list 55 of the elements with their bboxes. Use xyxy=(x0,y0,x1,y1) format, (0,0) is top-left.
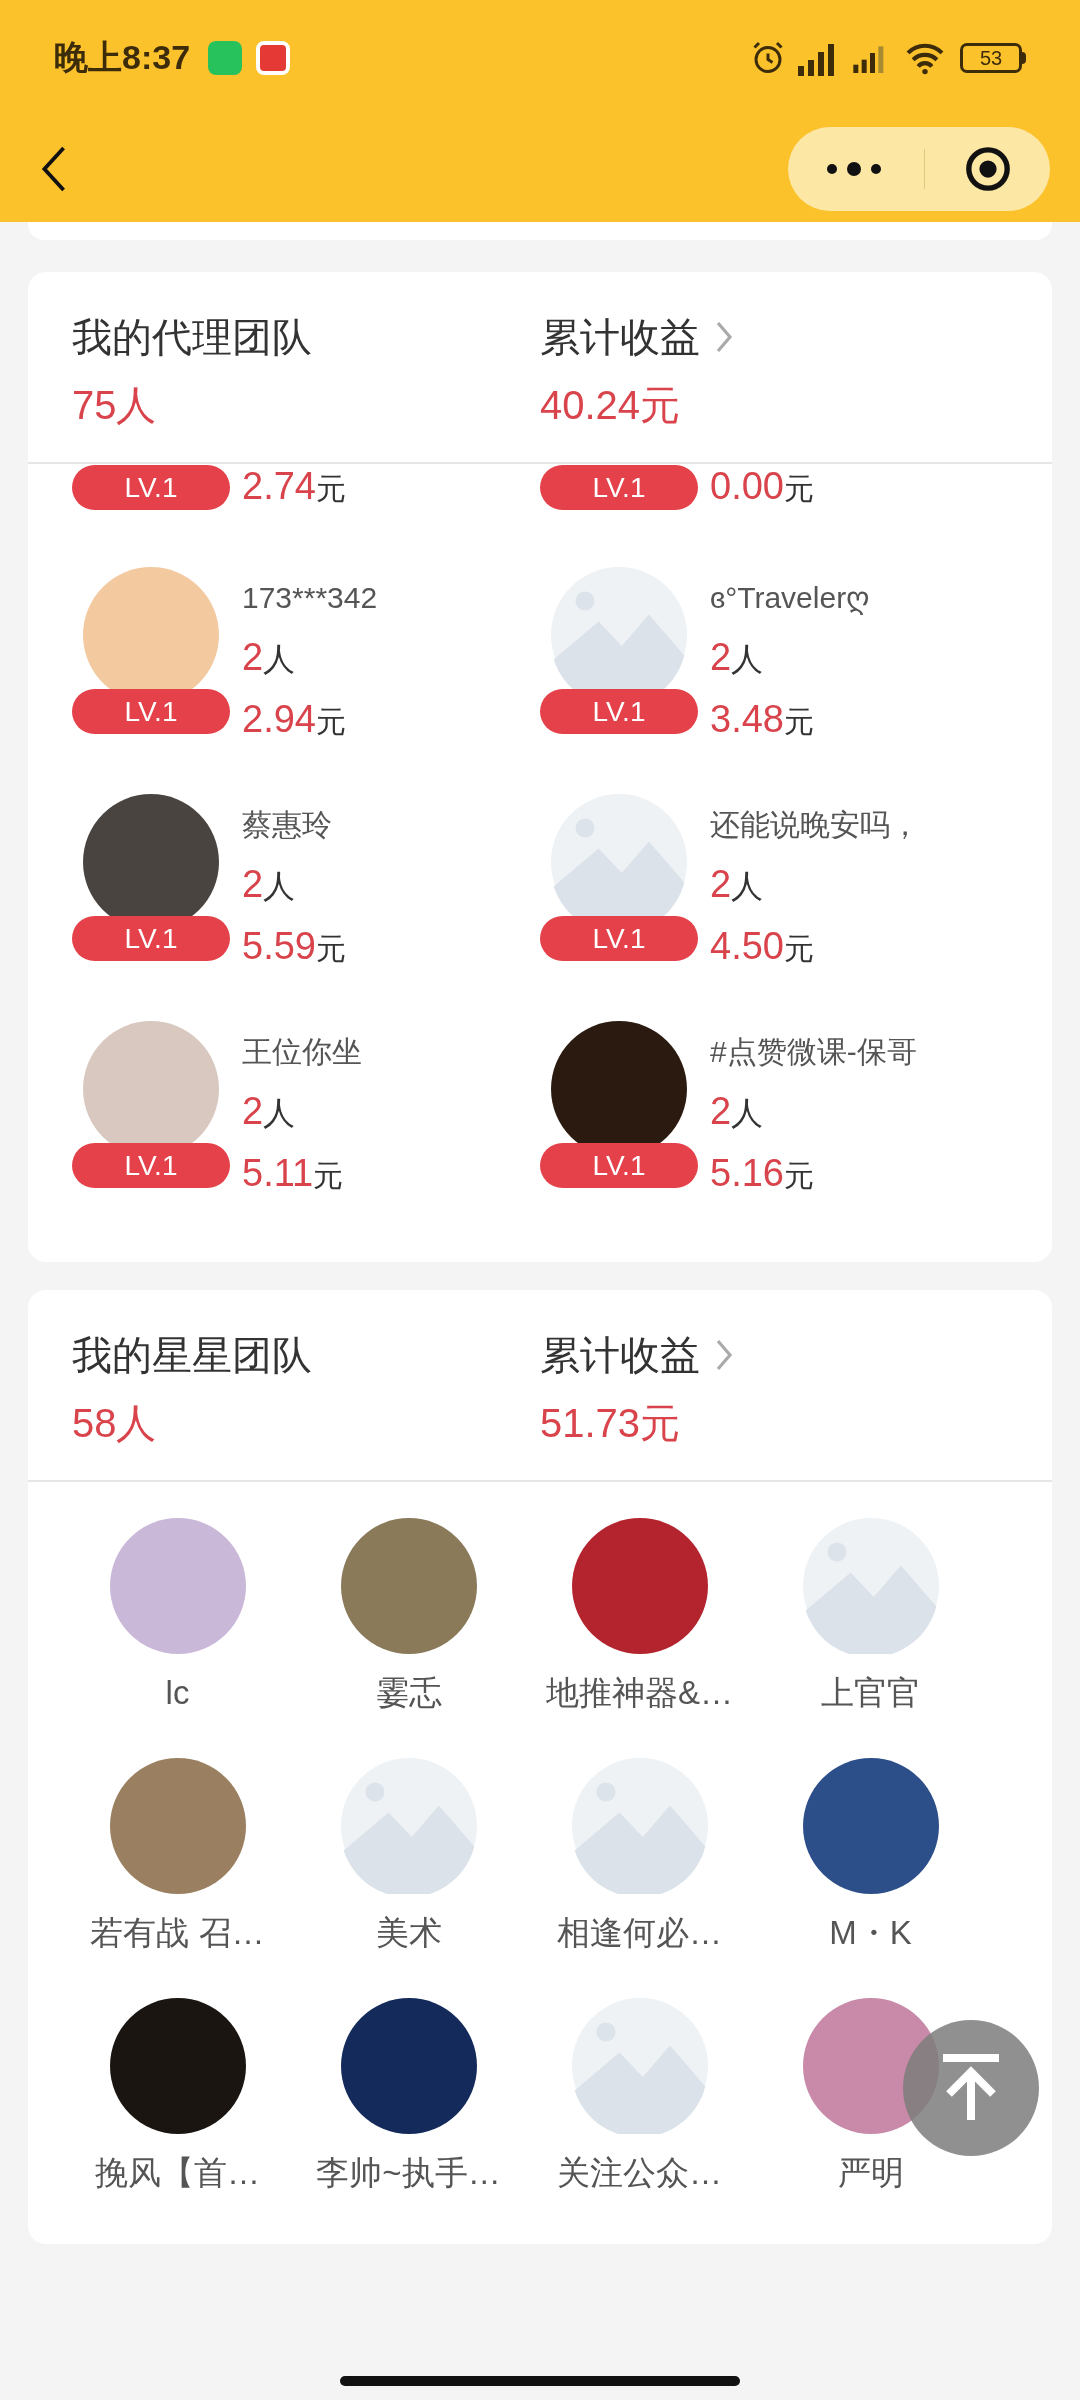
level-badge: LV.1 xyxy=(72,689,230,734)
member-name: ɞ°Travelerღ xyxy=(710,580,871,617)
member-name: 蔡惠玲 xyxy=(242,807,333,843)
status-time: 晚上8:37 xyxy=(54,37,191,78)
level-badge: LV.1 xyxy=(540,916,698,961)
member-count: 2人 xyxy=(242,862,297,907)
earnings-value: 2.74元 xyxy=(242,464,346,509)
member-name: 173***342 xyxy=(242,580,378,616)
team-title: 我的代理团队 xyxy=(72,314,313,361)
earnings-label: 累计收益 xyxy=(540,314,700,361)
team-count: 58人 xyxy=(72,1400,158,1447)
level-badge: LV.1 xyxy=(72,1143,230,1188)
earnings-value: 4.50元 xyxy=(710,924,815,969)
level-badge: LV.1 xyxy=(72,916,230,961)
level-badge: LV.1 xyxy=(72,465,230,510)
earnings-value: 5.11元 xyxy=(242,1151,345,1196)
member-name: M・K xyxy=(829,1913,912,1953)
member-count: 2人 xyxy=(710,635,765,680)
member-name: 上官官 xyxy=(821,1673,920,1713)
member-name: lc xyxy=(165,1673,190,1713)
member-name: 美术 xyxy=(375,1913,442,1953)
battery-indicator: 53 xyxy=(960,42,1022,73)
earnings-value: 3.48元 xyxy=(710,697,815,742)
team-count: 75人 xyxy=(72,382,158,429)
member-name: 还能说晚安吗， xyxy=(710,807,920,843)
member-name: 若有战 召… xyxy=(90,1913,265,1953)
news-app-icon xyxy=(256,40,291,75)
earnings-amount: 40.24元 xyxy=(540,382,682,429)
member-name: 李帅~执手… xyxy=(316,2153,501,2193)
member-name: 王位你坐 xyxy=(242,1034,362,1070)
member-count: 2人 xyxy=(710,1089,765,1134)
level-badge: LV.1 xyxy=(540,1143,698,1188)
earnings-value: 5.59元 xyxy=(242,924,346,969)
member-name: #点赞微课-保哥 xyxy=(710,1034,917,1070)
member-name: 相逢何必… xyxy=(557,1913,722,1953)
member-name: 地推神器&… xyxy=(546,1673,733,1713)
member-name: 关注公众… xyxy=(557,2153,722,2193)
level-badge: LV.1 xyxy=(540,689,698,734)
close-target-icon[interactable] xyxy=(965,145,1011,192)
member-count: 2人 xyxy=(710,862,765,907)
chat-app-icon xyxy=(208,40,243,75)
team-title: 我的星星团队 xyxy=(72,1332,313,1379)
back-icon[interactable] xyxy=(40,145,68,192)
level-badge: LV.1 xyxy=(540,465,698,510)
member-name: 严明 xyxy=(837,2153,904,2193)
member-count: 2人 xyxy=(242,1089,297,1134)
battery-tip xyxy=(1022,51,1026,64)
member-name: 霎忎 xyxy=(375,1673,442,1713)
member-count: 2人 xyxy=(242,635,297,680)
earnings-value: 0.00元 xyxy=(710,464,814,509)
member-name: 挽风【首… xyxy=(95,2153,260,2193)
earnings-label: 累计收益 xyxy=(540,1332,700,1379)
earnings-value: 5.16元 xyxy=(710,1151,815,1196)
earnings-amount: 51.73元 xyxy=(540,1400,682,1447)
earnings-value: 2.94元 xyxy=(242,697,347,742)
